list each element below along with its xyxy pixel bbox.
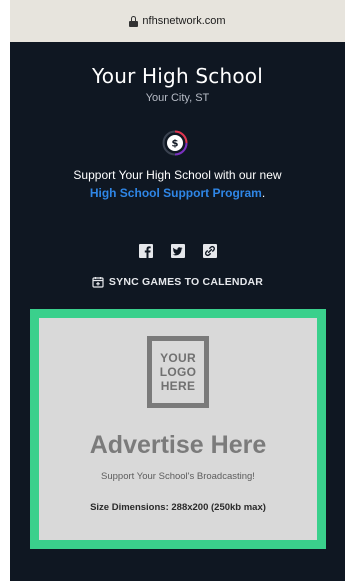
logo-line-3: HERE: [160, 379, 196, 393]
support-program-link[interactable]: High School Support Program: [90, 186, 262, 200]
logo-line-2: LOGO: [159, 365, 197, 379]
logo-placeholder: YOUR LOGO HERE: [147, 336, 209, 408]
calendar-plus-icon: [92, 277, 104, 288]
logo-line-1: YOUR: [160, 351, 196, 365]
support-dollar-icon[interactable]: $: [162, 130, 188, 156]
sync-calendar-label: SYNC GAMES TO CALENDAR: [108, 276, 264, 288]
link-icon[interactable]: [202, 243, 218, 259]
url-text: nfhsnetwork.com: [142, 15, 226, 27]
sync-calendar-button[interactable]: SYNC GAMES TO CALENDAR: [10, 276, 345, 288]
app-frame: nfhsnetwork.com Your High School Your Ci…: [10, 0, 345, 581]
social-share-bar: [10, 243, 345, 259]
school-location: Your City, ST: [145, 92, 210, 104]
support-link-suffix: .: [261, 186, 266, 200]
advertise-title: Advertise Here: [89, 431, 267, 459]
svg-text:$: $: [172, 139, 179, 150]
advertise-subtitle: Support Your School's Broadcasting!: [101, 471, 255, 482]
school-name: Your High School: [92, 64, 263, 88]
support-text: Support Your High School with our new: [73, 168, 282, 182]
twitter-icon[interactable]: [170, 243, 186, 259]
url-display[interactable]: nfhsnetwork.com: [129, 15, 226, 27]
browser-address-bar[interactable]: nfhsnetwork.com: [10, 0, 345, 42]
advertisement-banner[interactable]: YOUR LOGO HERE Advertise Here Support Yo…: [30, 309, 326, 549]
advertise-size-note: Size Dimensions: 288x200 (250kb max): [90, 502, 266, 513]
lock-icon: [129, 15, 139, 27]
support-message: Support Your High School with our new Hi…: [10, 166, 345, 202]
facebook-icon[interactable]: [138, 243, 154, 259]
advertisement-content: YOUR LOGO HERE Advertise Here Support Yo…: [39, 318, 317, 540]
